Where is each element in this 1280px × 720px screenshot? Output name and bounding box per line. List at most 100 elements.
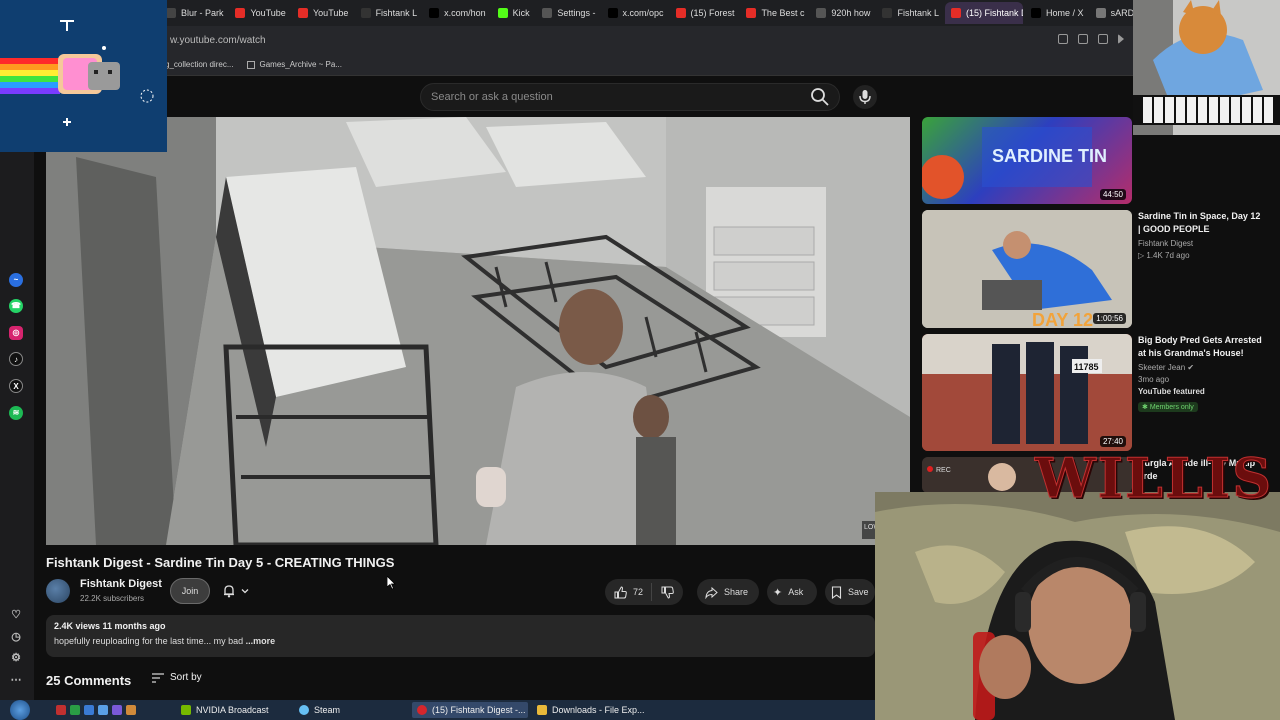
browser-tab[interactable]: Settings - bbox=[536, 2, 599, 24]
rec-title[interactable]: Sardine Tin in Space, Day 12 | GOOD PEOP… bbox=[1138, 210, 1264, 236]
more-link[interactable]: ...more bbox=[246, 636, 276, 646]
browser-tab[interactable]: Fishtank L bbox=[355, 2, 422, 24]
verified-icon: ✔ bbox=[1187, 363, 1195, 372]
spotify-icon[interactable]: ≋ bbox=[9, 406, 23, 420]
rec-info-2[interactable]: Sardine Tin in Space, Day 12 | GOOD PEOP… bbox=[1138, 210, 1264, 260]
history-icon[interactable]: ◷ bbox=[9, 630, 23, 644]
share-icon bbox=[705, 586, 718, 599]
address-bar[interactable]: w.youtube.com/watch bbox=[0, 26, 1280, 54]
browser-tab[interactable]: x.com/opc bbox=[602, 2, 668, 24]
rec-info-3[interactable]: Big Body Pred Gets Arrested at his Grand… bbox=[1138, 334, 1264, 414]
browser-tab[interactable]: The Best c bbox=[740, 2, 808, 24]
rec-channel[interactable]: Skeeter Jean ✔ bbox=[1138, 363, 1264, 372]
like-button[interactable]: 72 bbox=[605, 583, 653, 601]
whatsapp-icon[interactable]: ☎ bbox=[9, 299, 23, 313]
nvidia-icon bbox=[181, 705, 191, 715]
bookmark-icon bbox=[831, 585, 842, 599]
app-icon-6[interactable] bbox=[126, 705, 136, 715]
x-icon[interactable]: X bbox=[9, 379, 23, 393]
app-icon-3[interactable] bbox=[84, 705, 94, 715]
channel-name[interactable]: Fishtank Digest bbox=[80, 578, 162, 590]
rec-title[interactable]: Big Body Pred Gets Arrested at his Grand… bbox=[1138, 334, 1264, 360]
youtube-favicon bbox=[235, 8, 246, 18]
browser-tab[interactable]: 920h how bbox=[810, 2, 874, 24]
browser-tab[interactable]: Fishtank L bbox=[876, 2, 943, 24]
bookmark-collection[interactable]: g_collection direc... bbox=[165, 60, 233, 69]
description-box[interactable]: 2.4K views 11 months ago hopefully reupl… bbox=[46, 615, 875, 657]
rec-stats-text: 1.4K 7d ago bbox=[1146, 251, 1190, 260]
microphone-icon[interactable] bbox=[853, 85, 877, 109]
arrow-icon[interactable] bbox=[1118, 34, 1124, 44]
channel-avatar[interactable] bbox=[46, 579, 70, 603]
rec-thumbnail-2[interactable]: DAY 12 1:00:56 bbox=[922, 210, 1132, 328]
sort-icon bbox=[152, 672, 164, 683]
share-button[interactable]: Share bbox=[697, 579, 759, 605]
sort-label: Sort by bbox=[170, 672, 202, 683]
browser-tab[interactable]: (15) Forest bbox=[670, 2, 739, 24]
taskbar-opera[interactable]: (15) Fishtank Digest -... bbox=[412, 702, 528, 718]
rec-thumbnail-1[interactable]: SARDINE TIN 44:50 bbox=[922, 117, 1132, 204]
youtube-favicon bbox=[950, 8, 961, 18]
taskbar-nvidia-broadcast[interactable]: NVIDIA Broadcast bbox=[176, 702, 292, 718]
video-player[interactable]: LOW bbox=[46, 117, 910, 545]
chevron-down-icon bbox=[241, 589, 249, 594]
rec-channel-text: Skeeter Jean bbox=[1138, 363, 1186, 372]
bookmark-games-archive[interactable]: Games_Archive ~ Pa... bbox=[247, 60, 342, 69]
rec-thumbnail-3[interactable]: 11785 27:40 bbox=[922, 334, 1132, 451]
rec-thumbnail-art: 11785 bbox=[922, 334, 1132, 451]
sardine-favicon bbox=[1095, 8, 1106, 18]
streamer-webcam bbox=[875, 492, 1280, 720]
rec-stats: 3mo ago bbox=[1138, 375, 1170, 384]
rec-channel[interactable]: Fishtank Digest bbox=[1138, 239, 1264, 248]
browser-tab-label: (15) Forest bbox=[690, 8, 735, 18]
browser-tab[interactable]: (15) Fishtank Diges bbox=[944, 2, 1023, 24]
bookmark-label: g_collection direc... bbox=[165, 60, 234, 69]
blur-favicon bbox=[166, 8, 176, 18]
dislike-button[interactable] bbox=[652, 586, 674, 599]
thumbs-down-icon bbox=[661, 586, 674, 599]
browser-tab[interactable]: Kick bbox=[492, 2, 535, 24]
url-text[interactable]: w.youtube.com/watch bbox=[170, 35, 266, 46]
bell-icon bbox=[224, 585, 234, 598]
browser-tab[interactable]: Home / X bbox=[1025, 2, 1088, 24]
share-label: Share bbox=[724, 587, 749, 597]
join-button[interactable]: Join bbox=[170, 578, 210, 604]
save-label: Save bbox=[848, 587, 869, 597]
save-button[interactable]: Save bbox=[825, 579, 875, 605]
tab-search-icon[interactable] bbox=[1058, 34, 1068, 44]
taskbar-steam[interactable]: Steam bbox=[294, 702, 406, 718]
lock-icon: ✱ bbox=[1142, 404, 1150, 411]
browser-tab-label: Kick bbox=[512, 8, 530, 18]
search-input[interactable]: Search or ask a question bbox=[420, 83, 840, 111]
messenger-icon[interactable]: ~ bbox=[9, 273, 23, 287]
shield-icon[interactable] bbox=[1098, 34, 1108, 44]
notification-bell-button[interactable] bbox=[216, 578, 262, 604]
fishtank-favicon bbox=[882, 8, 893, 18]
app-icon-2[interactable] bbox=[70, 705, 80, 715]
browser-tab-label: Fishtank L bbox=[897, 8, 939, 18]
browser-tab[interactable]: YouTube bbox=[229, 2, 290, 24]
rec-stats: ▷ 1.4K 7d ago bbox=[1138, 251, 1264, 260]
heart-icon[interactable]: ♡ bbox=[9, 608, 23, 622]
app-icon-1[interactable] bbox=[56, 705, 66, 715]
tiktok-icon[interactable]: ♪ bbox=[9, 352, 23, 366]
more-icon[interactable]: ⋯ bbox=[9, 673, 23, 687]
app-icon-5[interactable] bbox=[112, 705, 122, 715]
gear-icon[interactable]: ⚙ bbox=[9, 651, 23, 665]
app-icon-4[interactable] bbox=[98, 705, 108, 715]
taskbar-file-explorer[interactable]: Downloads - File Exp... bbox=[532, 702, 652, 718]
browser-tab[interactable]: Blur - Park bbox=[160, 2, 227, 24]
like-count: 72 bbox=[633, 587, 644, 597]
instagram-icon[interactable]: ◎ bbox=[9, 326, 23, 340]
browser-tab-label: Fishtank L bbox=[375, 8, 418, 18]
start-button[interactable] bbox=[10, 700, 30, 720]
taskbar: NVIDIA Broadcast Steam (15) Fishtank Dig… bbox=[0, 700, 875, 720]
search-icon[interactable] bbox=[810, 87, 830, 107]
browser-tab[interactable]: x.com/hon bbox=[423, 2, 490, 24]
browser-tab-label: YouTube bbox=[250, 8, 286, 18]
youtube-favicon bbox=[298, 8, 308, 18]
sort-by-button[interactable]: Sort by bbox=[152, 672, 202, 683]
ask-button[interactable]: ✦ Ask bbox=[767, 579, 817, 605]
camera-icon[interactable] bbox=[1078, 34, 1088, 44]
browser-tab[interactable]: YouTube bbox=[292, 2, 353, 24]
